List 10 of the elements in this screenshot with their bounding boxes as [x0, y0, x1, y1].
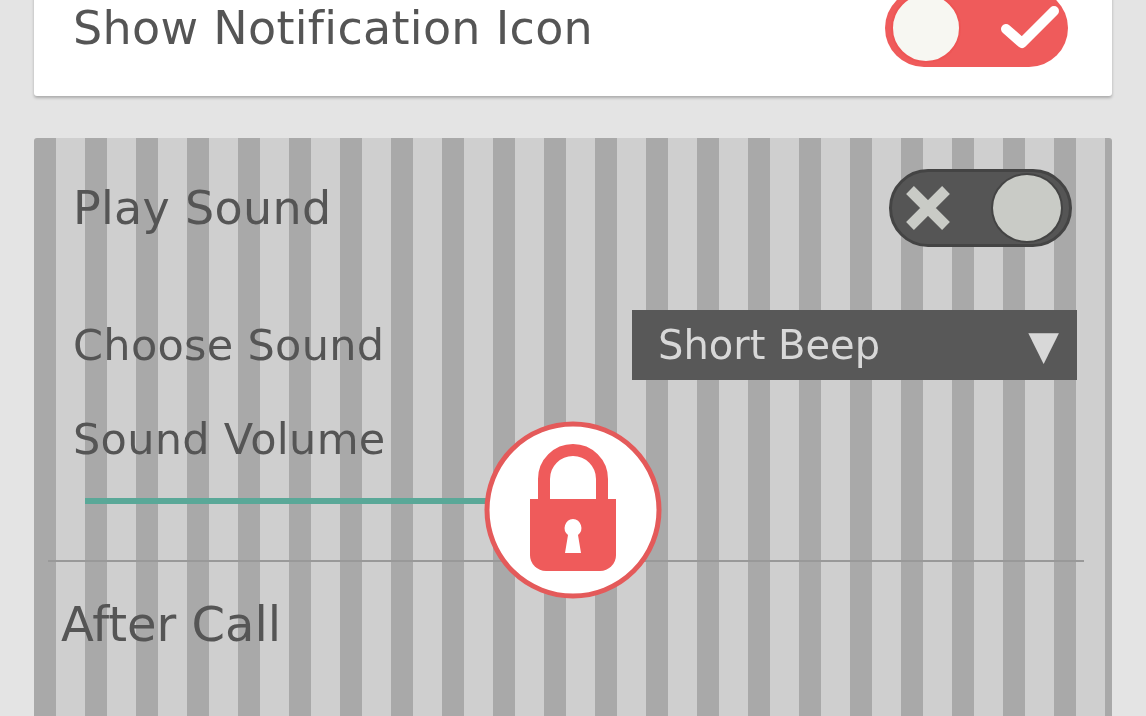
section-heading: After Call — [61, 596, 283, 652]
setting-label: Play Sound — [73, 181, 332, 235]
toggle-knob — [891, 0, 961, 63]
sound-dropdown[interactable]: Short Beep ▼ — [632, 310, 1077, 380]
toggle-knob — [991, 173, 1063, 243]
setting-label: Choose Sound — [73, 320, 385, 370]
lock-icon — [484, 421, 662, 599]
setting-label: Show Notification Icon — [73, 1, 594, 55]
setting-label: Sound Volume — [73, 414, 386, 464]
toggle-switch[interactable] — [885, 0, 1068, 67]
